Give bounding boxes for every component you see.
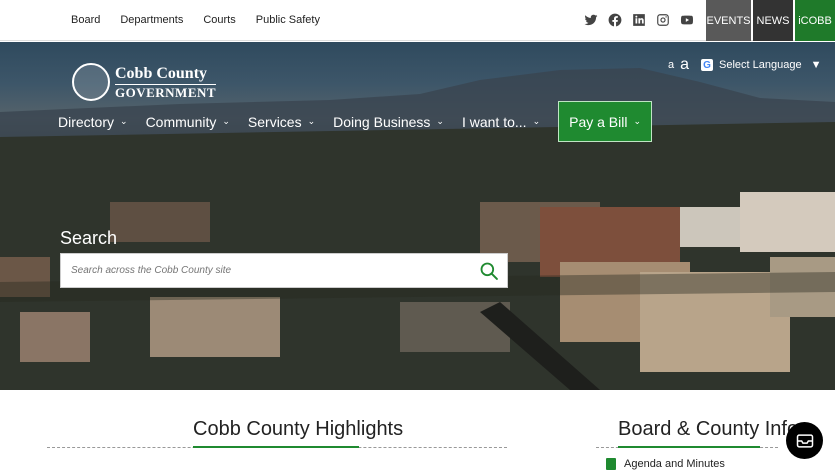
nav-label: Community	[145, 113, 217, 130]
top-bar: Board Departments Courts Public Safety E…	[0, 0, 835, 41]
chevron-down-icon: ⌄	[307, 116, 316, 126]
facebook-icon[interactable]	[608, 13, 622, 27]
chevron-down-icon: ⌄	[532, 116, 541, 126]
county-seal-icon	[72, 63, 110, 101]
nav-label: Doing Business	[333, 113, 431, 130]
logo-line1: Cobb County	[115, 64, 208, 82]
youtube-icon[interactable]	[680, 13, 694, 27]
search-input[interactable]	[61, 265, 461, 276]
nav-directory[interactable]: Directory ⌄	[58, 114, 128, 130]
document-icon	[606, 458, 616, 470]
main-nav: Directory ⌄ Community ⌄ Services ⌄ Doing Bu…	[58, 101, 653, 142]
heading-underline	[193, 446, 359, 448]
top-link-board[interactable]: Board	[71, 14, 100, 26]
agenda-link[interactable]: Agenda and Minutes	[606, 458, 725, 470]
nav-pay-a-bill[interactable]: Pay a Bill ⌄	[558, 101, 653, 142]
nav-label: Pay a Bill	[569, 113, 628, 130]
nav-doing-business[interactable]: Doing Business ⌄	[333, 114, 444, 130]
social-links	[584, 13, 694, 27]
heading-underline	[618, 446, 760, 448]
chevron-down-icon: ⌄	[222, 116, 230, 126]
nav-i-want-to[interactable]: I want to... ⌄	[462, 114, 540, 130]
nav-label: I want to...	[461, 113, 527, 130]
mail-icon	[796, 433, 813, 448]
text-size-large[interactable]: a	[680, 56, 689, 74]
chevron-down-icon: ⌄	[633, 116, 642, 126]
search-label: Search	[60, 228, 118, 248]
linkedin-icon[interactable]	[632, 13, 646, 27]
twitter-icon[interactable]	[584, 13, 598, 27]
top-link-public-safety[interactable]: Public Safety	[256, 14, 320, 26]
select-language-dropdown[interactable]: Select Language	[719, 59, 802, 71]
logo-line2: GOVERNMENT	[115, 83, 217, 100]
top-link-courts[interactable]: Courts	[203, 14, 235, 26]
search-icon[interactable]	[479, 261, 499, 281]
chat-button[interactable]	[786, 422, 823, 459]
agenda-label: Agenda and Minutes	[624, 458, 725, 470]
chevron-down-icon[interactable]: ▼	[811, 59, 822, 71]
nav-services[interactable]: Services ⌄	[248, 114, 315, 130]
icobb-button[interactable]: iCOBB	[795, 0, 835, 41]
instagram-icon[interactable]	[656, 13, 670, 27]
chevron-down-icon: ⌄	[120, 116, 128, 126]
nav-label: Services	[247, 113, 302, 130]
search-box	[60, 253, 508, 288]
nav-community[interactable]: Community ⌄	[146, 114, 230, 130]
highlights-heading: Cobb County Highlights	[193, 418, 404, 440]
news-button[interactable]: NEWS	[753, 0, 793, 41]
chevron-down-icon: ⌄	[436, 116, 444, 126]
google-translate-icon: G	[701, 59, 714, 71]
hero-banner: Cobb County GOVERNMENT a a G Select Lang…	[0, 42, 835, 390]
top-link-departments[interactable]: Departments	[120, 14, 183, 26]
events-button[interactable]: EVENTS	[706, 0, 751, 41]
board-info-heading: Board & County Info	[618, 418, 799, 440]
site-logo[interactable]: Cobb County GOVERNMENT	[72, 63, 217, 101]
top-links: Board Departments Courts Public Safety	[71, 14, 320, 26]
nav-label: Directory	[58, 113, 115, 130]
text-size-small[interactable]: a	[668, 59, 674, 71]
language-tools: a a G Select Language ▼	[668, 56, 822, 74]
